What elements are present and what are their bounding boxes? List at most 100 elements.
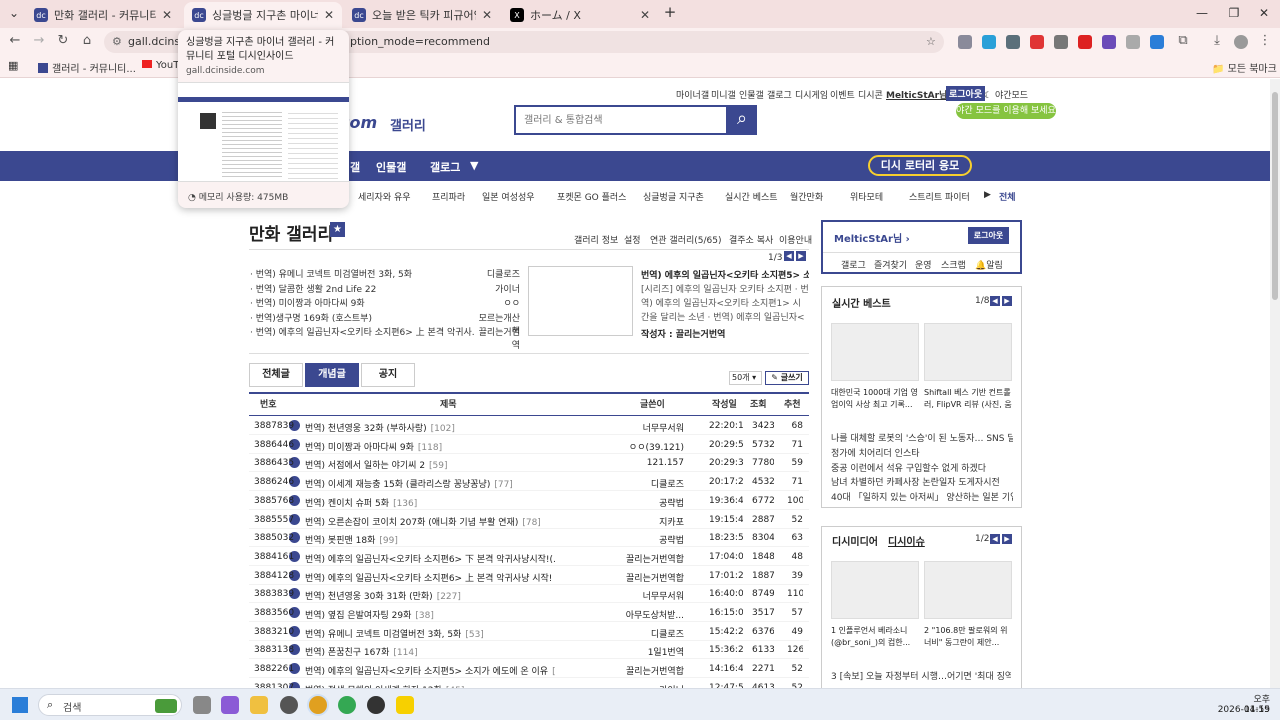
close-icon[interactable]: ✕	[482, 8, 492, 22]
post-writer[interactable]: 121.157	[584, 458, 684, 468]
table-row[interactable]: 3885032 번역) 봇핀맨 18화 [99] 공략법 18:23:58 8304 63	[249, 529, 809, 548]
user-menu[interactable]: MelticStAr님▾	[886, 88, 952, 101]
subnav-item[interactable]: 프리파라	[432, 190, 465, 203]
minimize-icon[interactable]: —	[1192, 6, 1212, 20]
post-title[interactable]: 번역) 미이짱과 아마다씨 9화 [118]	[305, 440, 555, 453]
post-title-text[interactable]: 번역) 천년영웅 30화 31화 (만화)	[305, 592, 433, 602]
post-title-text[interactable]: 번역) 오른손잡이 코이치 207화 (애니화 기념 부활 연재)	[305, 518, 518, 528]
comment-count[interactable]: [114]	[393, 648, 417, 658]
comment-count[interactable]: [118]	[418, 443, 442, 453]
per-page-select[interactable]: 50개 ▾	[729, 371, 762, 385]
top-link[interactable]: 마이너갤	[676, 88, 709, 101]
comment-count[interactable]: [53]	[465, 630, 483, 640]
post-title-text[interactable]: 번역) 이세계 재능충 15화 (클라리스랑 꽁냥꽁냥)	[305, 480, 490, 490]
post-writer[interactable]: 지카포	[584, 515, 684, 528]
lotto-button[interactable]: 디시 로터리 응모	[868, 155, 972, 176]
subnav-item[interactable]: 위타모테	[850, 190, 883, 203]
post-title[interactable]: 번역) 천년영웅 30화 31화 (만화) [227]	[305, 589, 555, 602]
chrome-icon[interactable]	[309, 696, 327, 714]
table-row[interactable]: 3883839 번역) 천년영웅 30화 31화 (만화) [227] 너무무서워 16…	[249, 585, 809, 604]
task-view-icon[interactable]	[193, 696, 211, 714]
app-icon[interactable]	[280, 696, 298, 714]
kakaotalk-icon[interactable]	[396, 696, 414, 714]
profile-avatar[interactable]	[1234, 35, 1248, 49]
close-icon[interactable]: ✕	[324, 8, 334, 22]
extension-icon[interactable]	[958, 35, 972, 49]
comment-count[interactable]: [59]	[429, 461, 447, 471]
news-author[interactable]: ㅇㅇ	[478, 296, 520, 309]
copilot-icon[interactable]	[221, 696, 239, 714]
post-title[interactable]: 번역) 봇핀맨 18화 [99]	[305, 533, 555, 546]
window-close-icon[interactable]: ✕	[1254, 6, 1274, 20]
news-author[interactable]: 가이너	[478, 282, 520, 295]
post-title[interactable]: 번역) 유메니 코넥트 미검열버전 3화, 5화 [53]	[305, 627, 555, 640]
site-info-icon[interactable]: ⚙	[112, 35, 122, 48]
post-title[interactable]: 번역) 천년영웅 32화 (부하사랑) [102]	[305, 421, 555, 434]
bookmark-star-icon[interactable]: ☆	[926, 35, 936, 48]
post-title[interactable]: 번역) 에후의 일곱닌자<오키타 소지편6> 上 본격 악귀사냥 시작![33]	[305, 571, 555, 584]
logout-button[interactable]: 로그아웃	[946, 86, 986, 101]
close-icon[interactable]: ✕	[640, 8, 650, 22]
best-list-item[interactable]: 남녀 차별하던 카페사장 논란일자 도게자시전	[831, 475, 1013, 488]
table-row[interactable]: 3883560 번역) 옆집 은발여자팅 29화 [38] 아무도상처받... 16:1…	[249, 604, 809, 622]
feature-thumbnail[interactable]	[528, 266, 633, 336]
issue-title[interactable]: 디시이슈	[888, 533, 925, 548]
comment-count[interactable]: [78]	[522, 518, 540, 528]
post-title-text[interactable]: 번역) 에후의 일곱닌자<오키타 소지편6> 下 본격 악귀사냥시작!(...	[305, 555, 555, 565]
gallery-link[interactable]: 연관 갤러리(5/65)	[650, 233, 722, 246]
best-thumbnail[interactable]	[831, 323, 919, 381]
night-mode-toggle[interactable]: ☾ 야간모드	[984, 88, 1028, 101]
post-title[interactable]: 번역) 서점에서 일하는 야기씨 2 [59]	[305, 458, 555, 471]
apps-icon[interactable]: ▦	[8, 59, 18, 72]
table-row[interactable]: 3886435 번역) 서점에서 일하는 야기씨 2 [59] 121.157 20:2…	[249, 454, 809, 473]
post-writer[interactable]: 디클로즈	[584, 627, 684, 640]
table-row[interactable]: 3884161 번역) 에후의 일곱닌자<오키타 소지편6> 下 본격 악귀사냥시…	[249, 548, 809, 566]
table-row[interactable]: 3884128 번역) 에후의 일곱닌자<오키타 소지편6> 上 본격 악귀사냥 …	[249, 567, 809, 585]
prev-icon[interactable]: ◀	[784, 251, 794, 261]
news-item[interactable]: · 번역)생구명 169화 (호스트부)	[250, 311, 475, 324]
gallery-link[interactable]: 갤러리 정보	[574, 233, 618, 246]
post-title-text[interactable]: 번역) 봇핀맨 18화	[305, 536, 375, 546]
scrollbar-thumb[interactable]	[1272, 92, 1278, 300]
close-icon[interactable]: ✕	[162, 8, 172, 22]
post-title-text[interactable]: 번역) 유메니 코넥트 미검열버전 3화, 5화	[305, 630, 461, 640]
post-writer[interactable]: 아무도상처받...	[584, 608, 684, 621]
extension-icon[interactable]	[1126, 35, 1140, 49]
nav-item[interactable]: 갤	[350, 159, 360, 175]
post-title[interactable]: 번역) 옆집 은발여자팅 29화 [38]	[305, 608, 555, 621]
post-title-text[interactable]: 번역) 미이짱과 아마다씨 9화	[305, 443, 414, 453]
subnav-item[interactable]: 스트리트 파이터	[909, 190, 970, 203]
news-item[interactable]: · 번역) 에후의 일곱닌자<오키타 소지편6> 上 본격 악귀사...	[250, 325, 475, 338]
write-button[interactable]: ✎ 글쓰기	[765, 371, 809, 385]
search-input[interactable]	[516, 107, 716, 133]
download-icon[interactable]: ⤓	[1208, 33, 1226, 48]
table-row[interactable]: 3882261 번역) 에후의 일곱닌자<오키타 소지편5> 소지가 에도에 온 …	[249, 660, 809, 679]
best-caption[interactable]: 대한민국 1000대 기업 영업이익 사상 최고 기록...하	[831, 387, 919, 411]
chrome-profile-icon[interactable]	[338, 696, 356, 714]
sidebar-logout-button[interactable]: 로그아웃	[968, 227, 1009, 244]
table-row[interactable]: 3883138 번역) 폰꿈친구 167화 [114] 1일1번역 15:36:21 61…	[249, 641, 809, 660]
media-list-item[interactable]: 3 [속보] 오늘 자정부터 시행…어기면 '최대 징역 3년'	[831, 669, 1011, 682]
table-row[interactable]: 3886446 번역) 미이짱과 아마다씨 9화 [118] ㅇㅇ(39.121) 20…	[249, 436, 809, 454]
tab-x[interactable]: X ホーム / X ✕	[502, 2, 658, 28]
top-link[interactable]: 디시콘	[858, 88, 883, 101]
post-title[interactable]: 번역) 에후의 일곱닌자<오키타 소지편5> 소지가 에도에 온 이유 [51]	[305, 664, 555, 677]
post-title-text[interactable]: 번역) 에후의 일곱닌자<오키타 소지편6> 上 본격 악귀사냥 시작!	[305, 574, 552, 584]
media-caption[interactable]: 2 "106.8만 팔로워의 위너비" 동그란이 제안...	[924, 625, 1012, 649]
top-link[interactable]: 미니갤	[711, 88, 736, 101]
next-icon[interactable]: ▶	[796, 251, 806, 261]
file-explorer-icon[interactable]	[250, 696, 268, 714]
post-writer[interactable]: 1일1번역	[584, 645, 684, 658]
best-list-item[interactable]: 40대 「일하지 있는 아저씨」 양산하는 일본 기업의 …	[831, 490, 1013, 503]
table-row[interactable]: 3881307번역) 정생 무해의 이세계 하자 12화[45]가이너12:47…	[249, 679, 809, 688]
back-icon[interactable]: ←	[6, 33, 24, 48]
subnav-item[interactable]: 포켓몬 GO 플러스	[557, 190, 626, 203]
best-list-item[interactable]: 중공 이런에서 석유 구입할수 없게 하겠다	[831, 461, 1013, 474]
table-row[interactable]: 3883210 번역) 유메니 코넥트 미검열버전 3화, 5화 [53] 디클로즈 1…	[249, 623, 809, 641]
top-link[interactable]: 인물갤	[739, 88, 764, 101]
gallery-link[interactable]: 결주소 복사	[729, 233, 773, 246]
best-list-item[interactable]: 나를 대체할 로봇의 '스승'이 된 노동자… SNS 달군 …	[831, 431, 1013, 444]
gallery-link[interactable]: 이용안내	[779, 233, 812, 246]
search-icon[interactable]: ⌕	[727, 105, 757, 135]
post-title-text[interactable]: 번역) 천년영웅 32화 (부하사랑)	[305, 424, 427, 434]
